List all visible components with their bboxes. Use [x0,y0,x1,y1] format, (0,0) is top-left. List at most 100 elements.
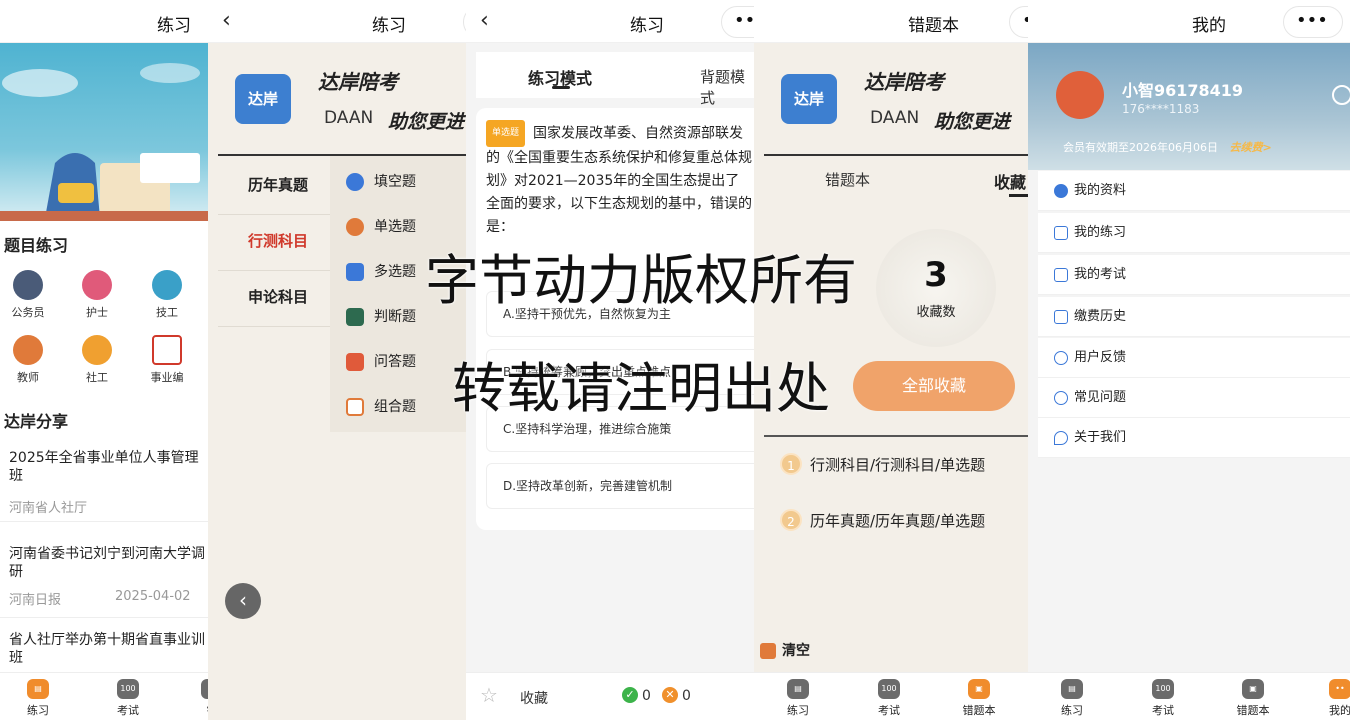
menu-faq[interactable]: 常见问题 [1038,378,1350,418]
brand-slogan: 助您更进 [934,111,1011,133]
tab-exam[interactable]: 100 考试 [1141,679,1185,718]
top-bar: ‹ 练习 ••• [466,0,754,43]
category-label: 公务员 [11,306,45,319]
menu-capsule[interactable]: ••• [721,6,754,38]
brand-name: 达岸陪考 [864,70,944,94]
clear-button[interactable]: 清空 [760,640,810,660]
tab-exam[interactable]: 100 考试 [106,679,150,718]
brand-slogan: 助您更进 [388,111,465,133]
category-social-worker[interactable]: 社工 [67,335,127,385]
membership-expiry: 会员有效期至2026年06月06日 去续费> [1063,139,1272,155]
tab-wrong-book[interactable]: ▤ 错 [190,679,208,718]
menu-capsule[interactable]: • [1009,6,1028,38]
tab-recite-mode[interactable]: 背题模式 [700,66,754,108]
chat-icon [346,353,364,371]
document-icon [1054,267,1068,282]
exam-icon: 100 [117,679,139,699]
tab-practice[interactable]: ▤ 练习 [776,679,820,718]
gear-icon[interactable] [1332,85,1350,105]
back-float-button[interactable]: ‹ [225,583,261,619]
membership-text: 会员有效期至2026年06月06日 [1063,141,1218,154]
type-multi-choice[interactable]: 多选题 [346,261,416,281]
tab-mine[interactable]: •• 我的 [1318,679,1350,718]
category-worker[interactable]: 技工 [137,270,197,320]
nav-aptitude[interactable]: 行测科目 [218,230,338,271]
avatar[interactable] [1056,71,1104,119]
worker-icon [152,270,182,300]
question-card: 单选题 国家发展改革委、自然资源部联发的《全国重要生态系统保护和修复重总体规划》对… [476,108,754,530]
menu-profile[interactable]: 我的资料 [1038,171,1350,211]
menu-label: 我的考试 [1074,267,1127,282]
favorite-item[interactable]: 1 行测科目/行测科目/单选题 [780,453,985,475]
menu-my-exams[interactable]: 我的考试 [1038,255,1350,295]
menu-my-practice[interactable]: 我的练习 [1038,213,1350,253]
type-true-false[interactable]: 判断题 [346,306,416,326]
back-arrow-icon[interactable]: ‹ [222,8,231,33]
tab-wrong-questions[interactable]: 错题本 [825,169,870,190]
check-circle-icon [346,218,364,236]
page-title: 错题本 [908,16,959,36]
news-item[interactable]: 2025年全省事业单位人事管理班 河南省人社厅 [9,449,208,516]
question-bottom-bar: ☆ 收藏 ✓ 0 ✕ 0 [466,672,754,720]
tab-practice[interactable]: ▤ 练习 [16,679,60,718]
news-title: 2025年全省事业单位人事管理班 [9,450,199,484]
logo-text: 达岸 [793,90,824,108]
daan-logo: 达岸 [781,74,837,124]
tab-wrong-book[interactable]: ▣ 错题本 [957,679,1001,718]
category-civil-servant[interactable]: 公务员 [0,270,58,320]
book-icon: ▤ [1061,679,1083,699]
bottom-tab-bar: ▤ 练习 100 考试 ▣ 错题本 •• 我的 [1028,672,1350,720]
menu-label: 我的练习 [1074,225,1127,240]
type-fill-blank[interactable]: 填空题 [346,171,416,191]
type-qa[interactable]: 问答题 [346,351,416,371]
favorites-count-label: 收藏数 [916,305,956,320]
tab-wrong-book[interactable]: ▣ 错题本 [1231,679,1275,718]
tab-label: 练习 [27,704,49,717]
menu-payment-history[interactable]: 缴费历史 [1038,297,1350,337]
collect-label[interactable]: 收藏 [520,688,548,708]
school-bag-illustration [0,63,208,221]
index-badge: 1 [780,453,802,475]
tab-label: 错题本 [1236,704,1270,717]
option-d[interactable]: D.坚持改革创新，完善建管机制 [486,463,754,509]
nav-essay[interactable]: 申论科目 [218,286,338,327]
top-bar: 练习 [0,0,208,43]
category-label: 护士 [86,306,108,319]
top-bar: 我的 ••• [1028,0,1350,43]
exam-icon: 100 [878,679,900,699]
question-text: 国家发展改革委、自然资源部联发的《全国重要生态系统保护和修复重总体规划》对202… [486,125,752,236]
menu-label: 缴费历史 [1074,309,1127,324]
category-teacher[interactable]: 教师 [0,335,58,385]
banner-image[interactable] [0,43,208,221]
news-item[interactable]: 河南省委书记刘宁到河南大学调研 河南日报 2025-04-02 [9,545,208,608]
favorites-count-circle: 3 收藏数 [876,229,996,347]
tab-favorites[interactable]: 收藏 [994,169,1026,193]
news-item[interactable]: 省人社厅举办第十期省直事业训班 [9,631,208,667]
favorite-item[interactable]: 2 历年真题/历年真题/单选题 [780,509,985,531]
tab-label: 考试 [878,704,900,717]
type-combo[interactable]: 组合题 [346,396,416,416]
menu-about[interactable]: 关于我们 [1038,418,1350,458]
social-worker-icon [82,335,112,365]
category-public-institution[interactable]: 事业编 [137,335,197,385]
nav-past-papers[interactable]: 历年真题 [218,174,338,215]
tab-practice[interactable]: ▤ 练习 [1050,679,1094,718]
tab-label: 练习 [787,704,809,717]
type-single-choice[interactable]: 单选题 [346,216,416,236]
news-source: 河南日报 [9,593,62,608]
brand-latin: DAAN [870,108,920,128]
checklist-icon [346,308,364,326]
category-nurse[interactable]: 护士 [67,270,127,320]
menu-feedback[interactable]: 用户反馈 [1038,338,1350,378]
menu-capsule[interactable]: ••• [1283,6,1343,38]
collect-all-button[interactable]: 全部收藏 [853,361,1015,411]
menu-label: 常见问题 [1074,390,1127,405]
book-icon: ▤ [27,679,49,699]
favorite-path: 历年真题/历年真题/单选题 [810,512,986,530]
star-icon[interactable]: ☆ [480,683,498,707]
renew-link[interactable]: 去续费> [1230,141,1272,154]
news-meta: 河南日报 2025-04-02 [9,589,208,608]
back-arrow-icon[interactable]: ‹ [480,8,489,33]
tab-exam[interactable]: 100 考试 [867,679,911,718]
category-label: 教师 [17,371,39,384]
